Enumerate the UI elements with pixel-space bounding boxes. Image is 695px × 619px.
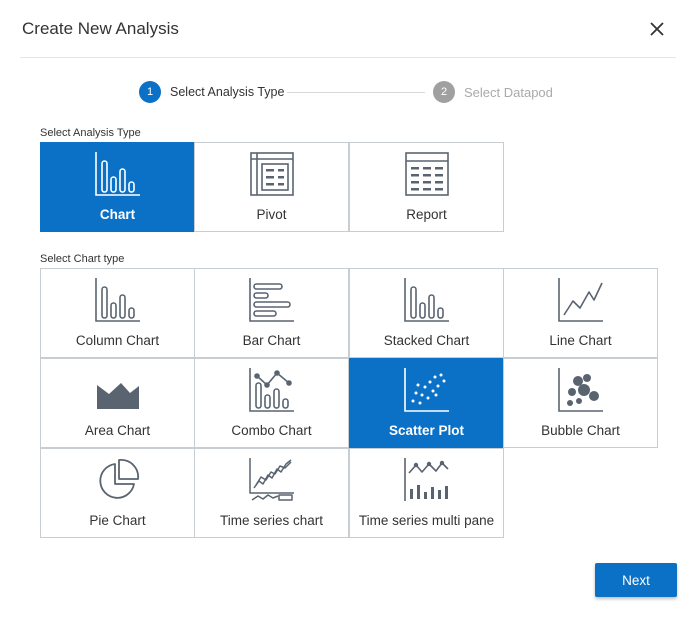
chart-type-bubble-chart[interactable]: Bubble Chart bbox=[503, 358, 658, 448]
report-table-icon bbox=[404, 152, 449, 196]
area-chart-icon bbox=[96, 383, 139, 409]
chart-type-time-series-chart[interactable]: Time series chart bbox=[194, 448, 349, 538]
column-chart-icon bbox=[94, 278, 140, 322]
chart-type-scatter-plot[interactable]: Scatter Plot bbox=[349, 358, 504, 448]
chart-type-pie-chart[interactable]: Pie Chart bbox=[40, 448, 195, 538]
bar-chart-icon bbox=[248, 278, 294, 322]
tile-label: Time series multi pane bbox=[358, 513, 495, 528]
tile-label: Scatter Plot bbox=[388, 423, 465, 438]
chart-type-combo-chart[interactable]: Combo Chart bbox=[194, 358, 349, 448]
bubble-chart-icon bbox=[557, 368, 603, 412]
chart-type-column-chart[interactable]: Column Chart bbox=[40, 268, 195, 358]
step-number-badge: 2 bbox=[433, 81, 455, 103]
tile-label: Bar Chart bbox=[242, 333, 301, 348]
tile-label: Report bbox=[406, 207, 447, 222]
analysis-type-section-label: Select Analysis Type bbox=[40, 127, 141, 139]
tile-label: Column Chart bbox=[75, 333, 160, 348]
pivot-table-icon bbox=[249, 152, 294, 196]
chart-type-stacked-chart[interactable]: Stacked Chart bbox=[349, 268, 504, 358]
chart-type-area-chart[interactable]: Area Chart bbox=[40, 358, 195, 448]
line-chart-icon bbox=[557, 278, 603, 322]
analysis-type-pivot[interactable]: Pivot bbox=[194, 142, 349, 232]
chart-type-line-chart[interactable]: Line Chart bbox=[503, 268, 658, 358]
step-number-badge: 1 bbox=[139, 81, 161, 103]
tile-label: Area Chart bbox=[84, 423, 151, 438]
tile-label: Bubble Chart bbox=[541, 423, 620, 438]
combo-chart-icon bbox=[248, 368, 294, 412]
pie-chart-icon bbox=[98, 458, 139, 499]
tile-label: Stacked Chart bbox=[383, 333, 470, 348]
step-select-datapod: 2 Select Datapod bbox=[433, 81, 553, 103]
column-chart-icon bbox=[94, 152, 140, 196]
tile-label: Pie Chart bbox=[89, 513, 146, 528]
analysis-type-chart[interactable]: Chart bbox=[40, 142, 195, 232]
dialog-title: Create New Analysis bbox=[22, 19, 179, 38]
step-label: Select Analysis Type bbox=[170, 85, 285, 99]
stepper-connector bbox=[287, 92, 425, 93]
tile-label: Time series chart bbox=[219, 513, 324, 528]
time-series-icon bbox=[248, 458, 294, 501]
step-select-analysis-type: 1 Select Analysis Type bbox=[139, 81, 284, 103]
stacked-chart-icon bbox=[403, 278, 449, 322]
tile-label: Line Chart bbox=[549, 333, 612, 348]
chart-type-time-series-multi-pane[interactable]: Time series multi pane bbox=[349, 448, 504, 538]
next-button[interactable]: Next bbox=[595, 563, 677, 597]
analysis-type-report[interactable]: Report bbox=[349, 142, 504, 232]
create-analysis-dialog: Create New Analysis 1 Select Analysis Ty… bbox=[0, 0, 695, 619]
chart-type-section-label: Select Chart type bbox=[40, 253, 125, 265]
scatter-plot-icon bbox=[403, 368, 449, 412]
tile-label: Combo Chart bbox=[231, 423, 312, 438]
step-label: Select Datapod bbox=[464, 84, 553, 100]
close-icon[interactable] bbox=[646, 18, 668, 40]
time-series-multi-pane-icon bbox=[403, 458, 449, 501]
tile-label: Chart bbox=[99, 207, 136, 222]
chart-type-bar-chart[interactable]: Bar Chart bbox=[194, 268, 349, 358]
tile-label: Pivot bbox=[256, 207, 287, 222]
header-divider bbox=[20, 57, 676, 58]
